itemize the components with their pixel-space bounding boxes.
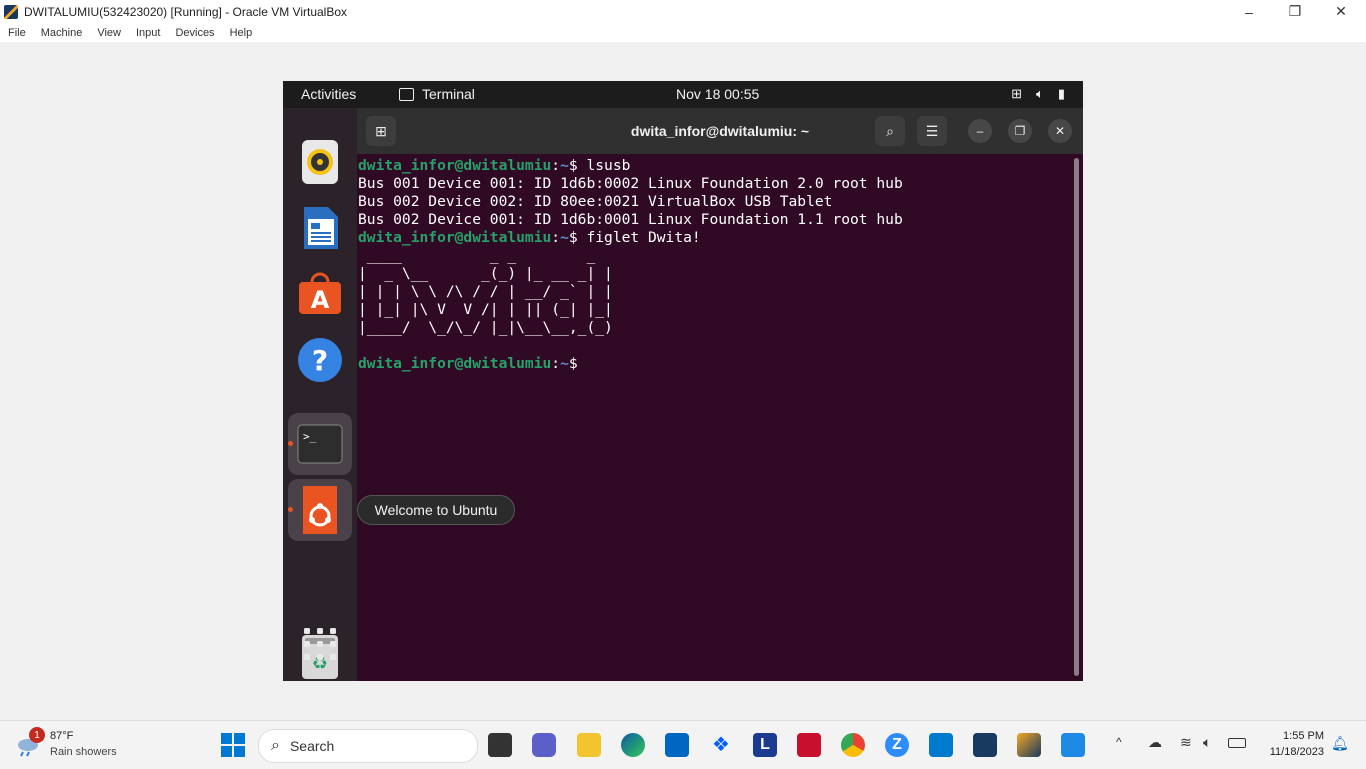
- app-menu-terminal[interactable]: Terminal: [399, 86, 475, 102]
- figlet-line: |____/ \_/\_/ |_|\__\__,_(_): [358, 319, 613, 336]
- prompt-line: dwita_infor@dwitalumiu:~$: [358, 355, 587, 372]
- libreoffice-writer-icon[interactable]: [288, 197, 352, 259]
- prompt-line: dwita_infor@dwitalumiu:~$ lsusb: [358, 157, 631, 174]
- chat-icon[interactable]: [532, 733, 556, 757]
- dock-tooltip: Welcome to Ubuntu: [357, 495, 515, 525]
- taskbar-search[interactable]: ⌕ Search: [258, 729, 478, 763]
- gnome-topbar: Activities Terminal Nov 18 00:55 ⊞ 🔈︎ ▮: [283, 81, 1083, 108]
- app-center-icon[interactable]: A: [288, 263, 352, 325]
- weather-desc: Rain showers: [50, 746, 117, 758]
- menu-machine[interactable]: Machine: [41, 27, 83, 39]
- notification-badge: 1: [29, 727, 45, 743]
- virtualbox-icon: [4, 4, 18, 19]
- menu-input[interactable]: Input: [136, 27, 160, 39]
- l-app-icon[interactable]: L: [753, 733, 777, 757]
- hamburger-menu-button[interactable]: ☰: [917, 116, 947, 146]
- app-icon[interactable]: [1061, 733, 1085, 757]
- svg-text:>_: >_: [303, 430, 317, 443]
- svg-text:?: ?: [312, 344, 328, 377]
- zoom-icon[interactable]: Z: [885, 733, 909, 757]
- output-line: Bus 002 Device 002: ID 80ee:0021 Virtual…: [358, 193, 833, 210]
- clock-date[interactable]: 11/18/2023: [1252, 746, 1324, 758]
- battery-icon[interactable]: [1228, 738, 1246, 748]
- host-menubar: File Machine View Input Devices Help: [0, 23, 1366, 42]
- file-explorer-icon[interactable]: [577, 733, 601, 757]
- vscode-icon[interactable]: [929, 733, 953, 757]
- show-apps-icon[interactable]: [302, 626, 338, 662]
- maximize-button[interactable]: ❐: [1008, 119, 1032, 143]
- system-tray[interactable]: ⊞ 🔈︎ ▮: [1011, 86, 1065, 102]
- terminal-small-icon: [399, 87, 414, 101]
- windows-taskbar: 1 87°F Rain showers ⌕ Search ❖ L Z ^ ☁ ≋…: [0, 720, 1366, 769]
- store-icon[interactable]: [665, 733, 689, 757]
- close-button[interactable]: ✕: [1048, 119, 1072, 143]
- chrome-icon[interactable]: [841, 733, 865, 757]
- minimize-button[interactable]: –: [1226, 0, 1272, 23]
- virtualbox-vm-icon[interactable]: [1017, 733, 1041, 757]
- output-line: Bus 002 Device 001: ID 1d6b:0001 Linux F…: [358, 211, 903, 228]
- app-menu-label: Terminal: [422, 86, 475, 102]
- weather-temp: 87°F: [50, 730, 74, 742]
- terminal-window[interactable]: ⊞ dwita_infor@dwitalumiu: ~ ⌕ ☰ – ❐ ✕ dw…: [357, 108, 1083, 681]
- ubuntu-dock: A ? >_ ♻: [283, 108, 357, 681]
- running-indicator: [288, 441, 293, 446]
- rhythmbox-icon[interactable]: [288, 131, 352, 193]
- figlet-line: | |_| |\ V V /| | || (_| |_|: [358, 301, 613, 318]
- figlet-line: ____ _ _ _: [358, 247, 605, 264]
- output-line: Bus 001 Device 001: ID 1d6b:0002 Linux F…: [358, 175, 903, 192]
- notification-bell-icon[interactable]: 🔔︎: [1331, 735, 1349, 752]
- activities-button[interactable]: Activities: [301, 86, 356, 102]
- restore-button[interactable]: ❐: [1272, 0, 1318, 23]
- terminal-icon[interactable]: >_: [288, 413, 352, 475]
- close-button[interactable]: ✕: [1318, 0, 1364, 23]
- prompt-line: dwita_infor@dwitalumiu:~$ figlet Dwita!: [358, 229, 701, 246]
- search-button[interactable]: ⌕: [875, 116, 905, 146]
- welcome-ubuntu-icon[interactable]: [288, 479, 352, 541]
- terminal-scrollbar[interactable]: [1074, 158, 1079, 676]
- terminal-headerbar: ⊞ dwita_infor@dwitalumiu: ~ ⌕ ☰ – ❐ ✕: [357, 108, 1083, 154]
- search-placeholder: Search: [289, 738, 335, 754]
- svg-text:A: A: [311, 286, 330, 314]
- figlet-line: | | | \ \ /\ / / | __/ _` | |: [358, 283, 613, 300]
- help-icon[interactable]: ?: [288, 329, 352, 391]
- menu-file[interactable]: File: [8, 27, 26, 39]
- battery-icon: ▮: [1057, 86, 1065, 101]
- speaker-icon[interactable]: 🔈︎: [1203, 734, 1211, 751]
- windows-start-icon[interactable]: [221, 733, 245, 757]
- menu-view[interactable]: View: [97, 27, 121, 39]
- wifi-icon[interactable]: ≋: [1180, 734, 1192, 751]
- host-titlebar: DWITALUMIU(532423020) [Running] - Oracle…: [0, 0, 1366, 23]
- minimize-button[interactable]: –: [968, 119, 992, 143]
- menu-devices[interactable]: Devices: [175, 27, 214, 39]
- show-hidden-icons-chevron-icon[interactable]: ^: [1116, 735, 1122, 749]
- virtualbox-taskbar-icon[interactable]: [973, 733, 997, 757]
- dropbox-icon[interactable]: ❖: [709, 733, 733, 757]
- onedrive-icon[interactable]: ☁: [1148, 734, 1162, 751]
- vm-screen[interactable]: Activities Terminal Nov 18 00:55 ⊞ 🔈︎ ▮ …: [283, 81, 1083, 681]
- terminal-output[interactable]: dwita_infor@dwitalumiu:~$ lsusb Bus 001 …: [358, 157, 1058, 373]
- search-icon: ⌕: [271, 737, 280, 754]
- volume-icon: 🔈︎: [1036, 86, 1044, 101]
- edge-icon[interactable]: [621, 733, 645, 757]
- running-indicator: [288, 507, 293, 512]
- clock[interactable]: Nov 18 00:55: [676, 86, 759, 102]
- clock-time[interactable]: 1:55 PM: [1258, 730, 1324, 742]
- network-icon: ⊞: [1011, 86, 1023, 101]
- menu-help[interactable]: Help: [230, 27, 253, 39]
- figlet-line: | _ \__ _(_) |_ __ _| |: [358, 265, 613, 282]
- task-view-icon[interactable]: [488, 733, 512, 757]
- mcafee-icon[interactable]: [797, 733, 821, 757]
- window-title: DWITALUMIU(532423020) [Running] - Oracle…: [24, 4, 348, 19]
